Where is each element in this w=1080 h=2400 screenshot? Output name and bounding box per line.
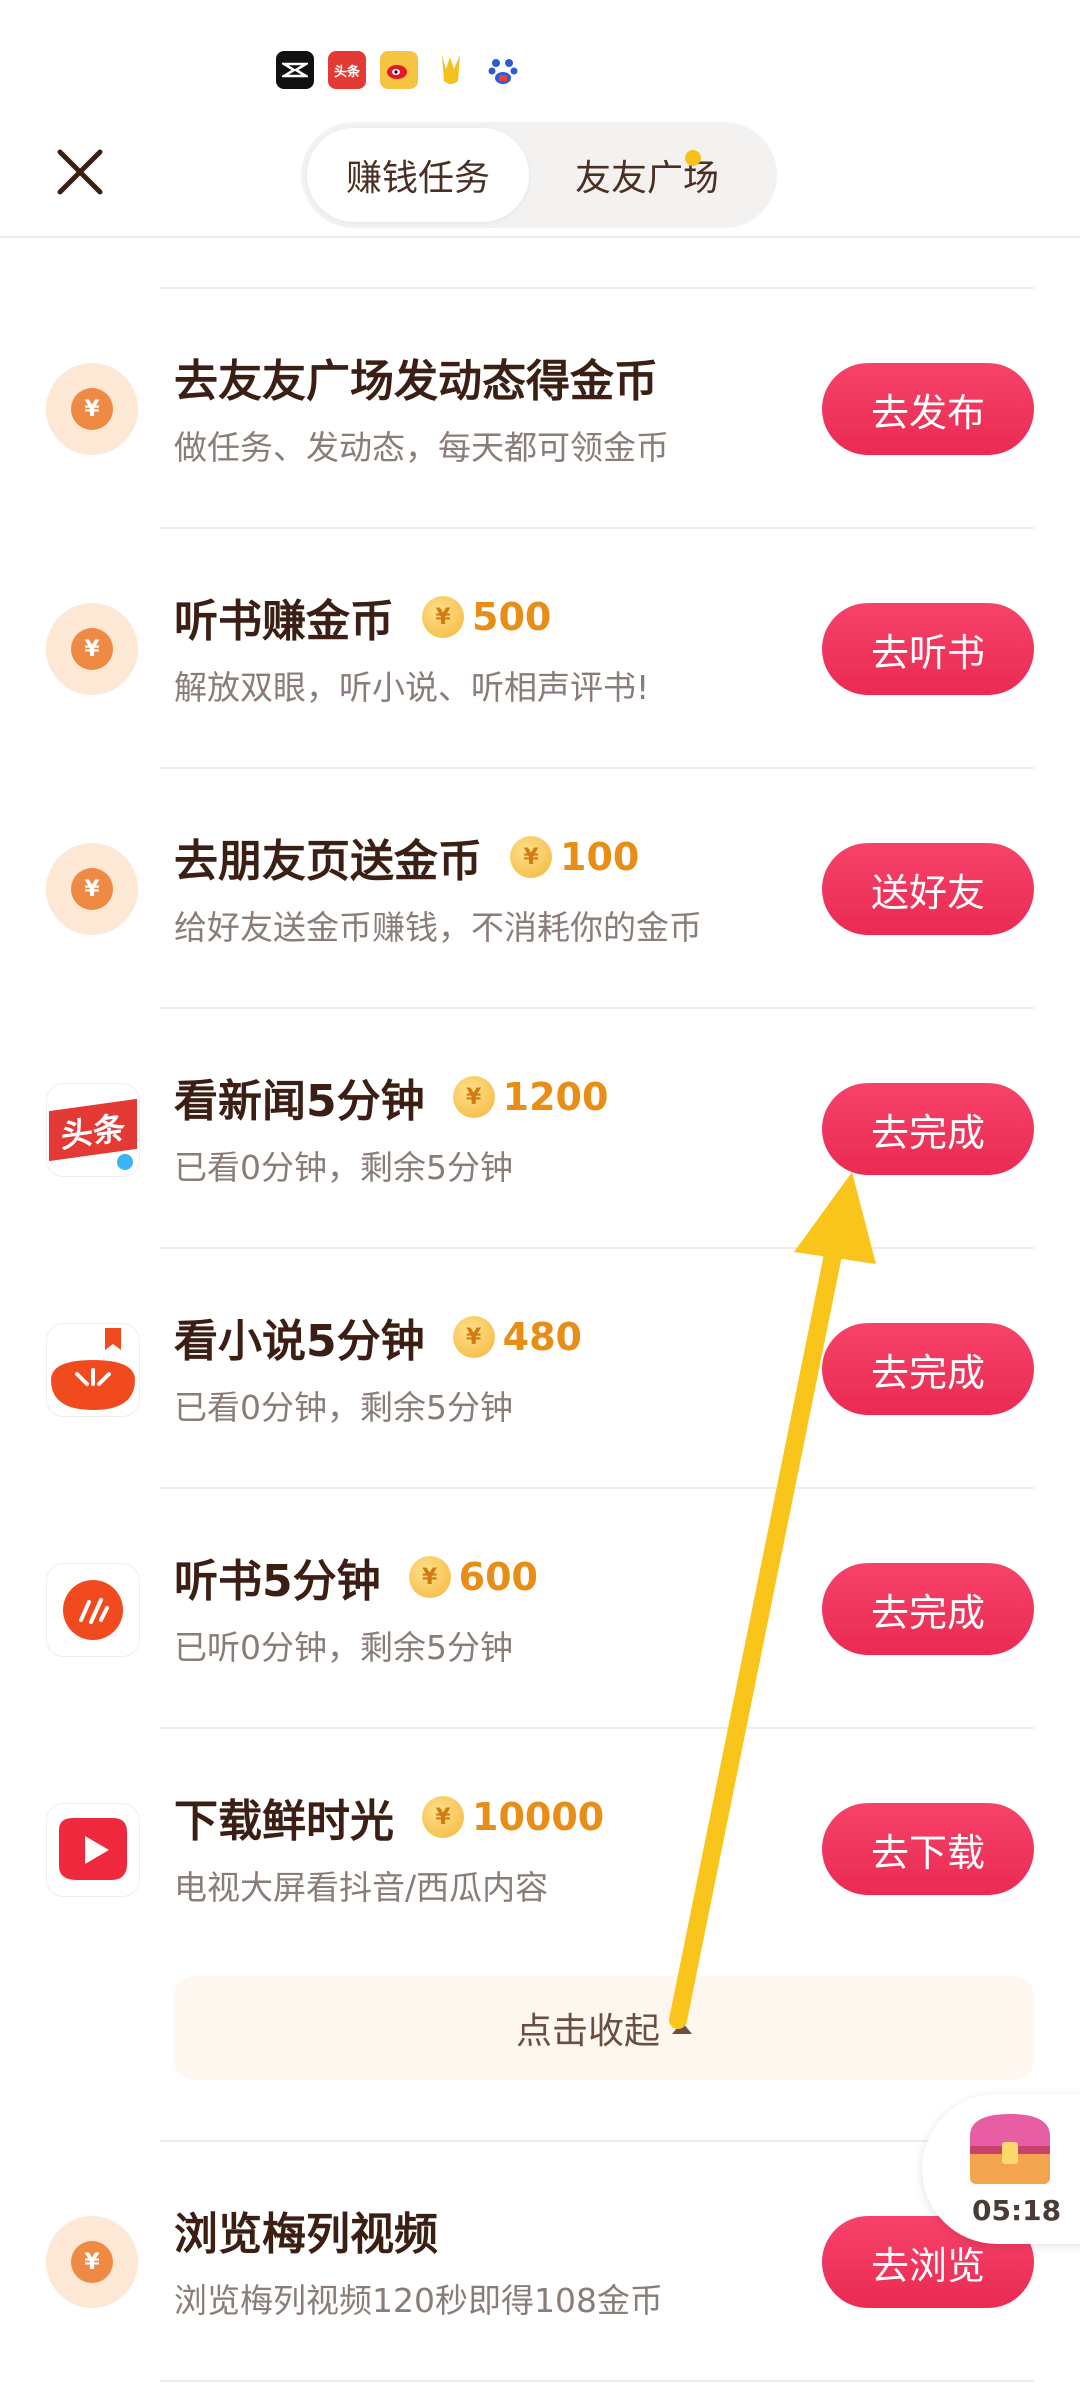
- task-action-button[interactable]: 去完成: [822, 1563, 1034, 1655]
- task-action-button[interactable]: 去下载: [822, 1803, 1034, 1895]
- task-reward-value: 500: [472, 595, 552, 639]
- toutiao-app-icon-text: 头条: [60, 1108, 125, 1156]
- task-title-text: 看小说5分钟: [174, 1316, 425, 1367]
- coin-icon: ¥: [46, 2216, 138, 2308]
- tomato-novel-icon: [46, 1323, 140, 1417]
- task-row: ¥ 去朋友页送金币 ¥ 100 给好友送金币赚钱，不消耗你的金币 送好友: [0, 769, 1080, 1009]
- task-reward-value: 1200: [502, 1075, 609, 1119]
- task-reward: ¥ 600: [408, 1555, 538, 1599]
- task-action-button[interactable]: 去听书: [822, 603, 1034, 695]
- task-title: 去朋友页送金币 ¥ 100: [174, 825, 639, 889]
- task-subtitle: 解放双眼，听小说、听相声评书!: [174, 668, 650, 707]
- treasure-chest-icon: [970, 2114, 1050, 2184]
- collapse-button[interactable]: 点击收起: [174, 1976, 1034, 2080]
- task-title: 浏览梅列视频: [174, 2198, 438, 2262]
- capcut-icon: [276, 51, 314, 89]
- task-reward: ¥ 10000: [422, 1795, 604, 1839]
- tomato-listen-icon: [46, 1563, 140, 1657]
- task-subtitle: 已看0分钟，剩余5分钟: [174, 1148, 513, 1187]
- tab-earn-tasks-label: 赚钱任务: [345, 158, 490, 199]
- task-action-button[interactable]: 去完成: [822, 1083, 1034, 1175]
- top-header: 赚钱任务 友友广场: [0, 118, 1080, 238]
- weibo-icon: [380, 51, 418, 89]
- coin-symbol: ¥: [71, 388, 113, 430]
- task-row: 听书5分钟 ¥ 600 已听0分钟，剩余5分钟 去完成: [0, 1489, 1080, 1729]
- tab-switcher: 赚钱任务 友友广场: [301, 122, 777, 228]
- reward-coin-icon: ¥: [452, 1316, 495, 1358]
- notification-dot: [685, 150, 701, 166]
- task-title: 下载鲜时光 ¥ 10000: [174, 1785, 604, 1849]
- task-subtitle: 已听0分钟，剩余5分钟: [174, 1628, 513, 1667]
- task-title-text: 听书5分钟: [174, 1556, 381, 1607]
- task-row: ¥ 浏览梅列视频 浏览梅列视频120秒即得108金币 去浏览: [0, 2142, 1080, 2382]
- task-subtitle: 做任务、发动态，每天都可领金币: [174, 428, 669, 467]
- task-title-text: 浏览梅列视频: [174, 2209, 438, 2260]
- divider: [160, 2380, 1034, 2382]
- task-subtitle: 电视大屏看抖音/西瓜内容: [174, 1868, 549, 1907]
- coin-icon: ¥: [46, 843, 138, 935]
- reward-coin-icon: ¥: [422, 1796, 464, 1838]
- task-reward: ¥ 100: [510, 835, 639, 879]
- task-reward-value: 100: [560, 835, 640, 879]
- mascot-icon: [432, 51, 470, 89]
- task-row: 下载鲜时光 ¥ 10000 电视大屏看抖音/西瓜内容 去下载: [0, 1729, 1080, 1969]
- task-subtitle: 给好友送金币赚钱，不消耗你的金币: [174, 908, 702, 947]
- coin-icon: ¥: [46, 603, 138, 695]
- task-reward-value: 10000: [472, 1795, 605, 1839]
- task-title: 听书5分钟 ¥ 600: [174, 1545, 538, 1609]
- task-reward-value: 480: [502, 1315, 582, 1359]
- task-title: 看新闻5分钟 ¥ 1200: [174, 1065, 608, 1129]
- task-reward-value: 600: [458, 1555, 538, 1599]
- task-title: 看小说5分钟 ¥ 480: [174, 1305, 582, 1369]
- task-title-text: 下载鲜时光: [174, 1796, 394, 1847]
- task-action-button[interactable]: 去发布: [822, 363, 1034, 455]
- toutiao-app-icon: 头条: [46, 1083, 140, 1177]
- toutiao-icon: 头条: [328, 51, 366, 89]
- coin-symbol: ¥: [71, 628, 113, 670]
- reward-coin-icon: ¥: [452, 1076, 495, 1118]
- reward-coin-icon: ¥: [510, 836, 552, 878]
- task-title-text: 看新闻5分钟: [174, 1076, 425, 1127]
- reward-coin-icon: ¥: [408, 1556, 451, 1598]
- close-button[interactable]: [44, 136, 116, 208]
- task-title: 听书赚金币 ¥ 500: [174, 585, 551, 649]
- task-row: ¥ 听书赚金币 ¥ 500 解放双眼，听小说、听相声评书! 去听书: [0, 529, 1080, 769]
- collapse-label: 点击收起: [515, 2011, 660, 2052]
- caret-up-icon: [672, 2022, 692, 2034]
- task-title-text: 去朋友页送金币: [174, 836, 482, 887]
- task-action-button[interactable]: 送好友: [822, 843, 1034, 935]
- coin-icon: ¥: [46, 363, 138, 455]
- reward-coin-icon: ¥: [422, 596, 464, 638]
- task-row: ¥ 去友友广场发动态得金币 做任务、发动态，每天都可领金币 去发布: [0, 289, 1080, 529]
- tab-earn-tasks[interactable]: 赚钱任务: [307, 128, 529, 222]
- task-title-text: 听书赚金币: [174, 596, 394, 647]
- task-reward: ¥ 500: [422, 595, 551, 639]
- task-subtitle: 已看0分钟，剩余5分钟: [174, 1388, 513, 1427]
- task-title: 去友友广场发动态得金币: [174, 345, 658, 409]
- status-bar: 头条: [276, 50, 536, 90]
- xianshiguang-icon: [46, 1803, 140, 1897]
- task-reward: ¥ 1200: [452, 1075, 609, 1119]
- coin-symbol: ¥: [71, 2241, 113, 2283]
- tab-friend-square[interactable]: 友友广场: [547, 122, 747, 228]
- close-icon: [57, 149, 103, 195]
- task-action-button[interactable]: 去完成: [822, 1323, 1034, 1415]
- task-row: 头条 看新闻5分钟 ¥ 1200 已看0分钟，剩余5分钟 去完成: [0, 1009, 1080, 1249]
- toutiao-icon-text: 头条: [333, 64, 360, 80]
- treasure-chest-widget[interactable]: 05:18: [922, 2094, 1080, 2244]
- task-row: 看小说5分钟 ¥ 480 已看0分钟，剩余5分钟 去完成: [0, 1249, 1080, 1489]
- task-reward: ¥ 480: [452, 1315, 582, 1359]
- chest-timer: 05:18: [972, 2194, 1062, 2227]
- task-subtitle: 浏览梅列视频120秒即得108金币: [174, 2281, 663, 2320]
- task-title-text: 去友友广场发动态得金币: [174, 356, 658, 407]
- baidu-icon: [484, 51, 522, 89]
- coin-symbol: ¥: [71, 868, 113, 910]
